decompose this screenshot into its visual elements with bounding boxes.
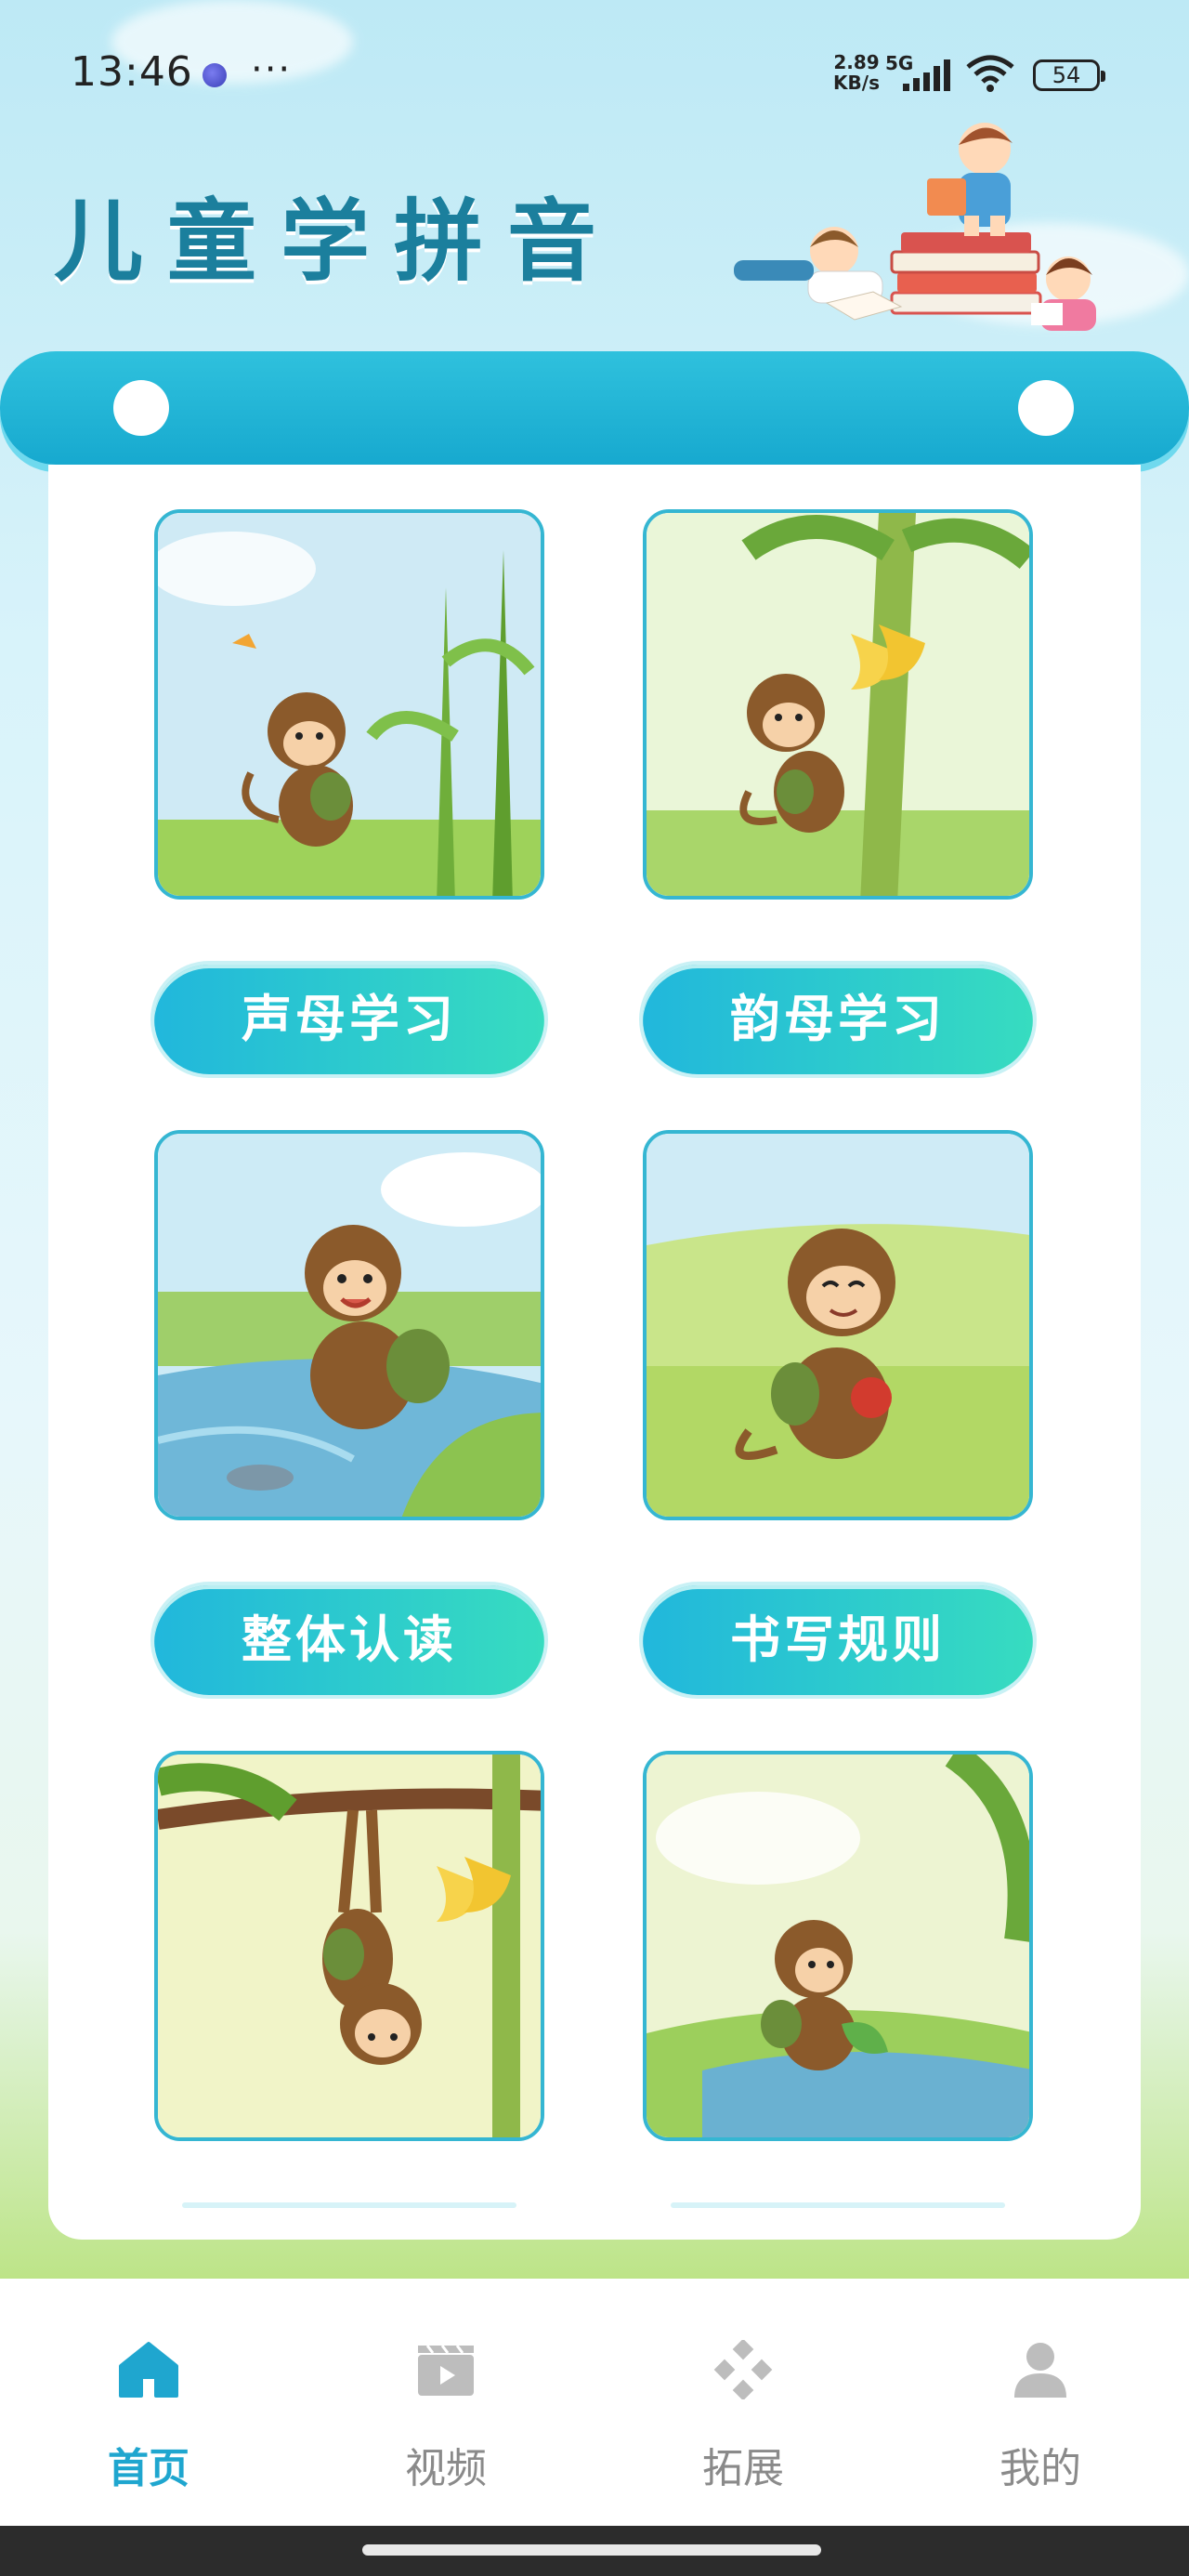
yunmu-button[interactable]: 韵母学习 bbox=[643, 965, 1033, 1074]
tab-mine[interactable]: 我的 bbox=[892, 2279, 1189, 2526]
notification-app-icon bbox=[203, 63, 227, 87]
video-icon bbox=[418, 2345, 474, 2396]
bottom-tab-bar: 首页 视频 拓展 我的 bbox=[0, 2279, 1189, 2526]
status-time: 13:46 bbox=[71, 48, 193, 96]
signal-icon bbox=[903, 59, 950, 91]
monkey-apple-image bbox=[647, 1134, 1029, 1517]
menu-card: 声母学习 韵母学习 整体认读 书写规则 bbox=[48, 465, 1141, 2240]
tile-row3-right-image[interactable] bbox=[643, 1751, 1033, 2141]
tile-shuxie-image[interactable] bbox=[643, 1130, 1033, 1520]
shuxie-button[interactable]: 书写规则 bbox=[643, 1585, 1033, 1695]
monkey-hanging-image bbox=[158, 1755, 541, 2137]
shengmu-button[interactable]: 声母学习 bbox=[154, 965, 544, 1074]
tab-video-label: 视频 bbox=[405, 2445, 487, 2492]
tab-expand-label: 拓展 bbox=[702, 2445, 784, 2492]
wifi-icon bbox=[966, 55, 1014, 92]
expand-icon bbox=[713, 2340, 773, 2399]
button-row4-right-partial bbox=[671, 2202, 1005, 2208]
network-speed: 2.89 KB/s bbox=[830, 52, 883, 93]
button-row4-left-partial bbox=[182, 2202, 516, 2208]
monkey-cornfield-image bbox=[158, 513, 541, 896]
banner-hole-left bbox=[113, 380, 169, 436]
kids-reading-illustration bbox=[734, 123, 1096, 331]
tile-yunmu-image[interactable] bbox=[643, 509, 1033, 900]
more-notifications-icon: ··· bbox=[251, 48, 293, 91]
zhengti-button[interactable]: 整体认读 bbox=[154, 1585, 544, 1695]
app-title: 儿童学拼音 bbox=[54, 190, 621, 294]
tile-zhengti-image[interactable] bbox=[154, 1130, 544, 1520]
tab-home[interactable]: 首页 bbox=[0, 2279, 297, 2526]
network-speed-value: 2.89 bbox=[833, 51, 880, 73]
network-speed-unit: KB/s bbox=[833, 72, 880, 94]
monkey-banana-tree-image bbox=[647, 513, 1029, 896]
banner-hole-right bbox=[1018, 380, 1074, 436]
monkey-river-image bbox=[158, 1134, 541, 1517]
tab-home-label: 首页 bbox=[108, 2445, 189, 2492]
tile-shengmu-image[interactable] bbox=[154, 509, 544, 900]
person-icon bbox=[1014, 2343, 1066, 2398]
home-icon bbox=[119, 2342, 178, 2398]
tab-video[interactable]: 视频 bbox=[297, 2279, 594, 2526]
tab-mine-label: 我的 bbox=[1000, 2445, 1081, 2492]
scroll-header-banner bbox=[0, 351, 1189, 465]
tab-expand[interactable]: 拓展 bbox=[594, 2279, 892, 2526]
monkey-stream-image bbox=[647, 1755, 1029, 2137]
battery-indicator: 54 bbox=[1033, 59, 1105, 91]
home-indicator[interactable] bbox=[362, 2544, 821, 2556]
tile-row3-left-image[interactable] bbox=[154, 1751, 544, 2141]
